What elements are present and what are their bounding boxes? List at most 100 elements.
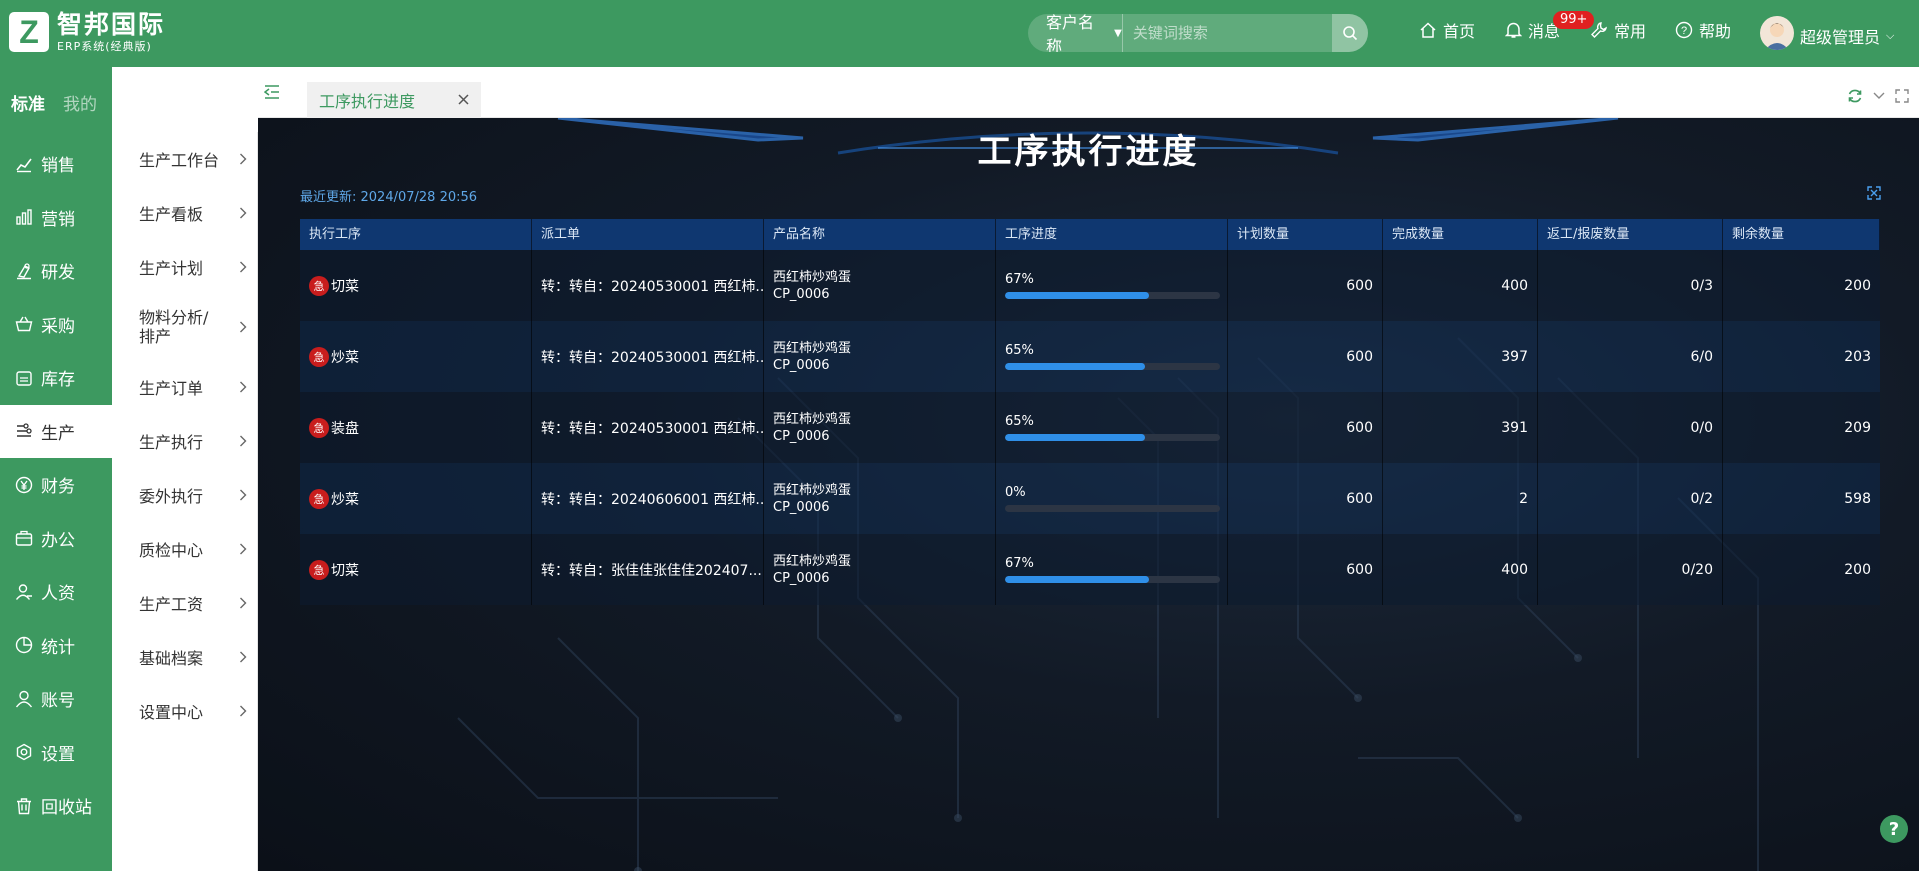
progress-fill bbox=[1005, 292, 1150, 299]
rail-item-settings[interactable]: 设置 bbox=[0, 726, 112, 780]
done-qty: 391 bbox=[1383, 392, 1538, 463]
bar-chart-icon bbox=[16, 209, 32, 225]
nav-common[interactable]: 常用 bbox=[1590, 18, 1646, 42]
app-logo[interactable]: Z 智邦国际 ERP系统(经典版) bbox=[9, 12, 165, 52]
submenu-item[interactable]: 设置中心 bbox=[112, 684, 257, 738]
chevron-right-icon bbox=[240, 705, 247, 717]
submenu-item[interactable]: 物料分析/排产 bbox=[112, 294, 257, 360]
pie-icon bbox=[15, 637, 33, 654]
submenu-item-label: 生产执行 bbox=[139, 433, 204, 452]
product-name: 西红柿炒鸡蛋 bbox=[773, 553, 852, 569]
submenu-item[interactable]: 生产订单 bbox=[112, 360, 257, 414]
rail-item-label: 办公 bbox=[41, 530, 75, 551]
submenu-item[interactable]: 生产看板 bbox=[112, 186, 257, 240]
progress-bar bbox=[1005, 505, 1220, 512]
help-circle-icon: ? bbox=[1675, 21, 1693, 39]
rail-item-office[interactable]: 办公 bbox=[0, 512, 112, 566]
rail-item-stats[interactable]: 统计 bbox=[0, 619, 112, 673]
table-row[interactable]: 急切菜 转：转自：20240530001 西红柿... 西红柿炒鸡蛋 CP_000… bbox=[300, 250, 1880, 321]
remaining-qty: 200 bbox=[1844, 277, 1871, 294]
tab-process-progress[interactable]: 工序执行进度 bbox=[307, 82, 481, 118]
production-icon bbox=[17, 423, 32, 437]
submenu-item[interactable]: 生产工作台 bbox=[112, 132, 257, 186]
search-category-select[interactable]: 客户名称 ▼ bbox=[1028, 14, 1123, 52]
trash-icon bbox=[17, 798, 31, 814]
dispatch-order: 转：转自：20240530001 西红柿... bbox=[532, 321, 764, 392]
rail-item-label: 财务 bbox=[41, 477, 75, 498]
briefcase-icon bbox=[15, 531, 33, 546]
rail-tab-mine[interactable]: 我的 bbox=[63, 90, 97, 115]
collapse-menu-icon[interactable] bbox=[264, 85, 280, 99]
chevron-right-icon bbox=[240, 321, 247, 333]
table-row[interactable]: 急切菜 转：转自：张佳佳张佳佳202407... 西红柿炒鸡蛋 CP_0006 6… bbox=[300, 534, 1880, 605]
refresh-icon[interactable] bbox=[1847, 88, 1863, 104]
username-label: 超级管理员 bbox=[1800, 28, 1881, 47]
progress-bar bbox=[1005, 576, 1220, 583]
rail-item-marketing[interactable]: 营销 bbox=[0, 191, 112, 245]
submenu-item-label: 生产订单 bbox=[139, 379, 204, 398]
submenu-item-label: 生产工资 bbox=[139, 595, 204, 614]
done-qty: 400 bbox=[1383, 534, 1538, 605]
table-row[interactable]: 急炒菜 转：转自：20240606001 西红柿... 西红柿炒鸡蛋 CP_000… bbox=[300, 463, 1880, 534]
rail-item-label: 人资 bbox=[41, 584, 75, 605]
progress-fill bbox=[1005, 363, 1145, 370]
rail-item-label: 销售 bbox=[41, 156, 75, 177]
dashboard-title: 工序执行进度 bbox=[977, 132, 1200, 172]
rail-item-label: 统计 bbox=[41, 637, 75, 658]
col-header: 派工单 bbox=[532, 219, 764, 250]
table-row[interactable]: 急装盘 转：转自：20240530001 西红柿... 西红柿炒鸡蛋 CP_000… bbox=[300, 392, 1880, 463]
menu-search[interactable]: 搜索 bbox=[122, 85, 252, 118]
remaining-qty: 200 bbox=[1844, 561, 1871, 578]
product-name: 西红柿炒鸡蛋 bbox=[773, 411, 852, 427]
rail-item-rd[interactable]: 研发 bbox=[0, 244, 112, 298]
rail-item-production[interactable]: 生产 bbox=[0, 404, 112, 458]
home-icon bbox=[1420, 22, 1436, 38]
rail-item-label: 生产 bbox=[41, 423, 75, 444]
submenu-item[interactable]: 基础档案 bbox=[112, 630, 257, 684]
rail-item-finance[interactable]: 财务 bbox=[0, 458, 112, 512]
product-code: CP_0006 bbox=[773, 428, 830, 444]
table-row[interactable]: 急炒菜 转：转自：20240530001 西红柿... 西红柿炒鸡蛋 CP_000… bbox=[300, 321, 1880, 392]
rail-item-sales[interactable]: 销售 bbox=[0, 137, 112, 191]
nav-help[interactable]: ? 帮助 bbox=[1675, 18, 1731, 42]
planned-qty: 600 bbox=[1228, 321, 1383, 392]
submenu-item-label: 生产工作台 bbox=[139, 151, 220, 170]
chevron-down-icon[interactable] bbox=[1873, 92, 1885, 100]
submenu-item[interactable]: 质检中心 bbox=[112, 522, 257, 576]
submenu-item[interactable]: 生产执行 bbox=[112, 414, 257, 468]
fullscreen-icon[interactable] bbox=[1895, 89, 1909, 103]
rail-item-purchase[interactable]: 采购 bbox=[0, 298, 112, 352]
done-qty: 397 bbox=[1383, 321, 1538, 392]
rail-item-inventory[interactable]: 库存 bbox=[0, 351, 112, 405]
progress-text: 67% bbox=[1005, 556, 1034, 571]
submenu-item[interactable]: 委外执行 bbox=[112, 468, 257, 522]
close-icon[interactable] bbox=[458, 94, 469, 105]
user-avatar[interactable] bbox=[1760, 16, 1794, 50]
nav-messages[interactable]: 消息 bbox=[1505, 18, 1560, 42]
rail-item-label: 回收站 bbox=[41, 798, 92, 819]
rail-item-account[interactable]: 账号 bbox=[0, 672, 112, 726]
submenu-item-label: 委外执行 bbox=[139, 487, 204, 506]
search-input[interactable] bbox=[1122, 14, 1332, 52]
rework-qty: 6/0 bbox=[1538, 321, 1723, 392]
caret-down-icon: ▼ bbox=[1114, 27, 1122, 39]
product-code: CP_0006 bbox=[773, 570, 830, 586]
floating-help-button[interactable]: ? bbox=[1880, 815, 1908, 843]
table-body: 急切菜 转：转自：20240530001 西红柿... 西红柿炒鸡蛋 CP_000… bbox=[300, 250, 1880, 605]
rail-item-hr[interactable]: 人资 bbox=[0, 565, 112, 619]
rail-tab-standard[interactable]: 标准 bbox=[11, 90, 45, 115]
nav-home[interactable]: 首页 bbox=[1419, 18, 1475, 42]
submenu-item-label: 设置中心 bbox=[139, 703, 204, 722]
sub-menu: 生产工作台 生产看板 生产计划 物料分析/排产 生产订单 生产执行 委外执行 质… bbox=[112, 132, 258, 871]
submenu-item[interactable]: 生产工资 bbox=[112, 576, 257, 630]
rd-icon bbox=[17, 263, 31, 279]
rail-item-label: 研发 bbox=[41, 263, 75, 284]
nav-help-label: 帮助 bbox=[1699, 22, 1732, 41]
chevron-right-icon bbox=[240, 261, 247, 273]
rail-item-recycle[interactable]: 回收站 bbox=[0, 779, 112, 833]
gear-icon bbox=[16, 743, 32, 761]
submenu-item[interactable]: 生产计划 bbox=[112, 240, 257, 294]
expand-icon[interactable] bbox=[1867, 186, 1881, 200]
user-menu[interactable]: 超级管理员 ⌵ bbox=[1800, 24, 1894, 48]
search-button[interactable] bbox=[1331, 14, 1368, 52]
